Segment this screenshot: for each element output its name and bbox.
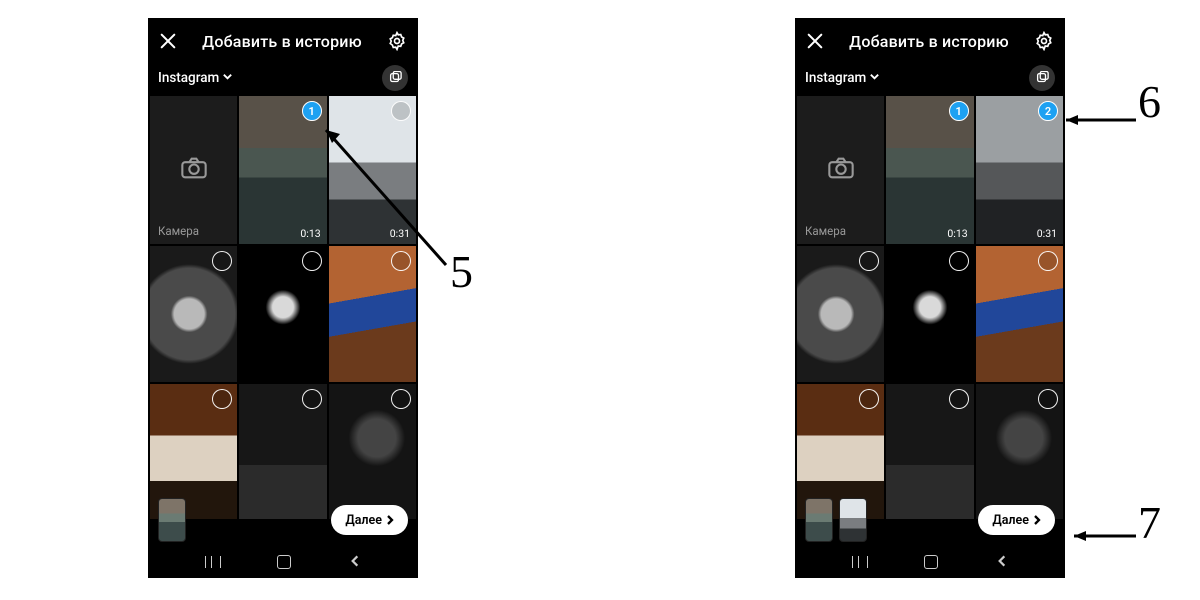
multi-select-icon[interactable] [382, 65, 408, 91]
camera-icon [827, 156, 855, 184]
selected-thumb[interactable] [805, 498, 833, 542]
selection-badge[interactable] [949, 251, 969, 271]
nav-recent-icon[interactable] [852, 556, 868, 568]
selection-badge[interactable] [859, 251, 879, 271]
duration-label: 0:13 [947, 227, 967, 240]
camera-label: Камера [805, 224, 846, 238]
album-row: Instagram [795, 64, 1065, 96]
annotation-7: 7 [1138, 496, 1161, 549]
selected-thumb[interactable] [839, 498, 867, 542]
multi-select-icon[interactable] [1029, 65, 1055, 91]
media-cell[interactable] [976, 246, 1063, 381]
top-bar: Добавить в историю [795, 18, 1065, 64]
next-label: Далее [345, 513, 382, 528]
media-cell[interactable] [239, 246, 326, 381]
selection-badge[interactable] [391, 389, 411, 409]
media-cell[interactable]: 10:13 [239, 96, 326, 244]
gear-icon[interactable] [1033, 30, 1055, 52]
album-name: Instagram [805, 70, 866, 86]
camera-cell[interactable]: Камера [797, 96, 884, 244]
next-button[interactable]: Далее [331, 505, 408, 535]
page-title: Добавить в историю [188, 32, 376, 51]
next-button[interactable]: Далее [978, 505, 1055, 535]
close-icon[interactable] [158, 31, 178, 51]
media-cell[interactable] [797, 246, 884, 381]
next-label: Далее [992, 513, 1029, 528]
top-bar: Добавить в историю [148, 18, 418, 64]
duration-label: 0:31 [1037, 227, 1057, 240]
selection-badge[interactable] [212, 251, 232, 271]
album-name: Instagram [158, 70, 219, 86]
selection-badge[interactable] [949, 389, 969, 409]
nav-recent-icon[interactable] [205, 556, 221, 568]
selected-thumb[interactable] [158, 498, 186, 542]
album-selector[interactable]: Instagram [158, 70, 233, 86]
media-cell[interactable]: 2 0:31 [976, 96, 1063, 244]
close-icon[interactable] [805, 31, 825, 51]
arrow-7 [1066, 526, 1138, 550]
nav-home-icon[interactable] [924, 555, 938, 569]
selected-thumbs [158, 498, 186, 542]
media-cell[interactable] [886, 246, 973, 381]
selection-badge[interactable] [212, 389, 232, 409]
android-navbar [795, 546, 1065, 578]
selection-badge[interactable] [859, 389, 879, 409]
page-title: Добавить в историю [835, 32, 1023, 51]
album-row: Instagram [148, 64, 418, 96]
annotation-6: 6 [1138, 75, 1161, 128]
selection-badge[interactable] [1038, 389, 1058, 409]
nav-back-icon[interactable] [348, 553, 362, 572]
media-cell[interactable]: 1 0:13 [886, 96, 973, 244]
media-grid-right: Камера 1 0:13 2 0:31 [795, 96, 1065, 519]
chevron-down-icon [222, 70, 233, 86]
arrow-5 [316, 120, 456, 284]
arrow-6 [1058, 110, 1138, 134]
phone-screen-right: Добавить в историю Instagram Камера 1 0:13… [795, 18, 1065, 578]
bottom-bar: Далее [795, 496, 1065, 544]
album-selector[interactable]: Instagram [805, 70, 880, 86]
selection-badge[interactable]: 1 [949, 101, 969, 121]
nav-back-icon[interactable] [995, 553, 1009, 572]
chevron-down-icon [869, 70, 880, 86]
gear-icon[interactable] [386, 30, 408, 52]
android-navbar [148, 546, 418, 578]
selection-badge[interactable]: 1 [302, 101, 322, 121]
selection-badge[interactable] [1038, 251, 1058, 271]
bottom-bar: Далее [148, 496, 418, 544]
camera-cell[interactable]: Камера [150, 96, 237, 244]
camera-label: Камера [158, 224, 199, 238]
selection-badge[interactable] [391, 101, 411, 121]
nav-home-icon[interactable] [277, 555, 291, 569]
phone-screen-left: Добавить в историю Instagram Камера 10:13… [148, 18, 418, 578]
camera-icon [180, 156, 208, 184]
selection-badge[interactable]: 2 [1038, 101, 1058, 121]
selected-thumbs [805, 498, 867, 542]
media-cell[interactable] [150, 246, 237, 381]
selection-badge[interactable] [302, 389, 322, 409]
